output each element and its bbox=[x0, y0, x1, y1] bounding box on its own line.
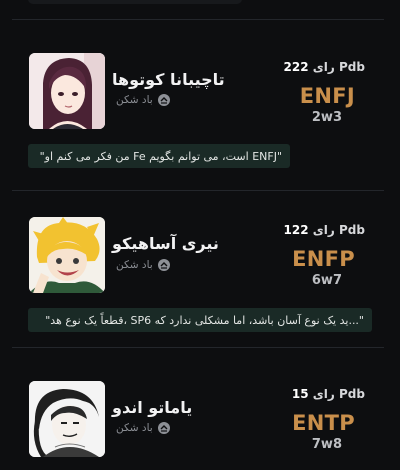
series-seal-icon bbox=[157, 259, 170, 271]
character-portrait-image bbox=[29, 217, 105, 293]
character-name[interactable]: نیری آساهیکو bbox=[112, 234, 219, 253]
divider bbox=[12, 190, 384, 191]
series-name: باد شکن bbox=[116, 259, 153, 271]
subtitle-row: باد شکن bbox=[116, 94, 170, 106]
divider bbox=[12, 19, 384, 20]
mbti-type[interactable]: ENTP bbox=[292, 411, 355, 435]
series-name: باد شکن bbox=[116, 94, 153, 106]
divider bbox=[12, 347, 384, 348]
quote-snippet[interactable]: "ENFJ است، می توانم بگویم Fe من فکر می ک… bbox=[28, 144, 290, 168]
series-seal-icon bbox=[157, 422, 170, 434]
series-name: باد شکن bbox=[116, 422, 153, 434]
avatar[interactable] bbox=[29, 381, 105, 457]
subtitle-row: باد شکن bbox=[116, 422, 170, 434]
enneagram-type: 2w3 bbox=[311, 110, 342, 125]
vote-count: 15 رای Pdb bbox=[291, 387, 365, 401]
character-portrait-image bbox=[29, 53, 105, 129]
mbti-type[interactable]: ENFJ bbox=[300, 84, 355, 108]
previous-quote-card bbox=[28, 0, 242, 4]
avatar[interactable] bbox=[29, 217, 105, 293]
vote-count: 222 رای Pdb bbox=[283, 60, 365, 74]
subtitle-row: باد شکن bbox=[116, 259, 170, 271]
vote-count: 122 رای Pdb bbox=[283, 223, 365, 237]
character-portrait-image bbox=[29, 381, 105, 457]
enneagram-type: 7w8 bbox=[311, 437, 342, 452]
avatar[interactable] bbox=[29, 53, 105, 129]
series-seal-icon bbox=[157, 94, 170, 106]
character-name[interactable]: یاماتو اندو bbox=[112, 398, 192, 417]
enneagram-type: 6w7 bbox=[311, 273, 342, 288]
quote-snippet[interactable]: "...ید یک نوع آسان باشد، اما مشکلی ندارد… bbox=[28, 308, 372, 332]
mbti-type[interactable]: ENFP bbox=[292, 247, 355, 271]
character-name[interactable]: تاچیبانا کوتوها bbox=[112, 70, 225, 89]
